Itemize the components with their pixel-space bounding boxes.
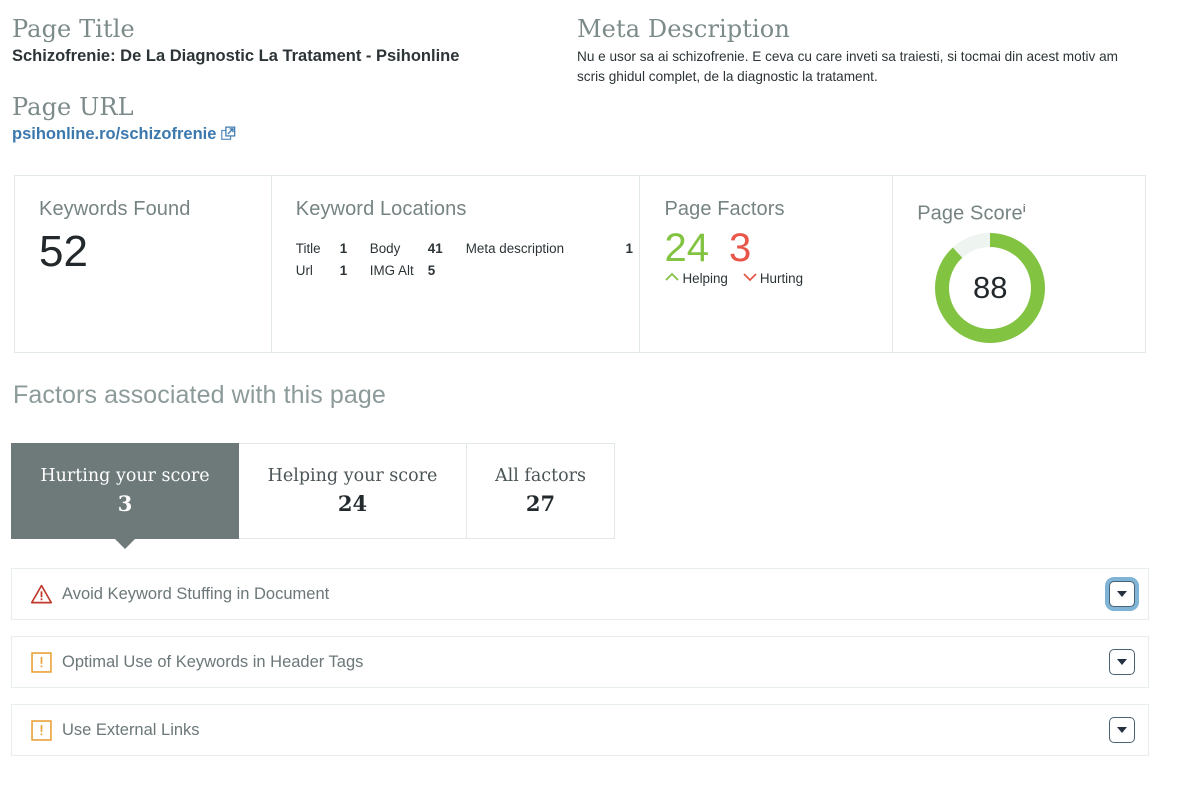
kw-loc-label-url: Url: [295, 263, 313, 278]
page-factors-hurting-count: 3: [728, 226, 752, 270]
kw-loc-spacer: [466, 261, 626, 280]
chevron-up-icon: [664, 270, 680, 287]
keyword-locations-grid: Title 1 Body 41 Meta description 1 Url 1…: [296, 239, 640, 280]
page-factors-hurting-label: Hurting: [759, 271, 804, 286]
factors-section-heading: Factors associated with this page: [13, 381, 386, 409]
tab-all-factors-label: All factors: [494, 466, 587, 486]
page-factors-title: Page Factors: [664, 198, 785, 220]
alert-square-icon: [29, 650, 53, 674]
factor-row-label: Use External Links: [62, 720, 200, 739]
page-meta-left-column: Page Title Schizofrenie: De La Diagnosti…: [12, 14, 572, 145]
summary-stats-panel: Keywords Found 52 Keyword Locations Titl…: [14, 175, 1146, 353]
keyword-locations-title: Keyword Locations: [295, 198, 467, 220]
page-title-label: Page Title: [12, 15, 135, 43]
tab-all-factors-count: 27: [525, 491, 556, 516]
stat-card-page-factors: Page Factors 24 3 Helping Hurting: [639, 176, 892, 352]
kw-loc-value-title: 1: [339, 241, 348, 256]
tab-helping-label: Helping your score: [267, 466, 438, 486]
stat-card-keywords-found: Keywords Found 52: [15, 176, 271, 352]
chevron-down-icon: [1117, 659, 1127, 665]
warning-triangle-icon: [29, 582, 53, 606]
kw-loc-value-body: 41: [427, 241, 443, 256]
page-score-title-text: Page Score: [917, 202, 1023, 225]
tab-helping-your-score[interactable]: Helping your score 24: [239, 443, 467, 539]
factor-row-use-external-links[interactable]: Use External Links: [11, 704, 1149, 756]
page-factors-helping-legend: Helping: [664, 270, 728, 287]
page-url-row: psihonline.ro/schizofrenie: [12, 123, 572, 145]
stat-card-keyword-locations: Keyword Locations Title 1 Body 41 Meta d…: [270, 176, 640, 352]
page-factors-hurting-legend: Hurting: [742, 270, 803, 287]
page-factors-legend: Helping Hurting: [664, 270, 892, 287]
chevron-down-icon: [1117, 727, 1127, 733]
meta-description-value: Nu e usor sa ai schizofrenie. E ceva cu …: [577, 49, 1118, 84]
factor-row-optimal-use-of-keywords-in-header-tags[interactable]: Optimal Use of Keywords in Header Tags: [11, 636, 1149, 688]
meta-description-label: Meta Description: [577, 15, 790, 43]
page-score-value: 88: [972, 270, 1008, 305]
factor-row-label: Avoid Keyword Stuffing in Document: [62, 584, 330, 603]
kw-loc-value-url: 1: [339, 263, 348, 278]
tab-hurting-count: 3: [117, 491, 133, 516]
kw-loc-spacer-2: [625, 261, 639, 280]
page-score-title: Page Scorei: [917, 196, 1145, 227]
page-url-link[interactable]: psihonline.ro/schizofrenie: [12, 123, 216, 145]
kw-loc-label-meta-description: Meta description: [465, 241, 565, 256]
external-link-icon[interactable]: [221, 126, 236, 141]
page-factors-helping-count: 24: [664, 226, 709, 270]
expand-factor-button[interactable]: [1109, 649, 1135, 675]
expand-factor-button[interactable]: [1109, 717, 1135, 743]
page-meta-right-column: Meta Description Nu e usor sa ai schizof…: [577, 14, 1137, 87]
chevron-down-icon: [742, 270, 758, 287]
stat-card-page-score: Page Scorei 88: [892, 176, 1145, 352]
page-factors-helping-label: Helping: [682, 271, 728, 286]
keywords-found-value: 52: [39, 227, 88, 276]
keywords-found-title: Keywords Found: [39, 198, 191, 220]
page-factors-counts: 24 3: [664, 222, 892, 274]
kw-loc-label-title: Title: [295, 241, 321, 256]
tab-hurting-your-score[interactable]: Hurting your score 3: [11, 443, 239, 549]
chevron-down-icon: [1117, 591, 1127, 597]
tab-all-factors[interactable]: All factors 27: [467, 443, 615, 539]
kw-loc-value-img-alt: 5: [427, 263, 436, 278]
expand-factor-button[interactable]: [1109, 581, 1135, 607]
factors-tabs: Hurting your score 3 Helping your score …: [11, 443, 615, 549]
factor-row-avoid-keyword-stuffing[interactable]: Avoid Keyword Stuffing in Document: [11, 568, 1149, 620]
page-score-info-icon[interactable]: i: [1023, 203, 1026, 215]
kw-loc-label-body: Body: [369, 241, 401, 256]
factor-row-label: Optimal Use of Keywords in Header Tags: [62, 652, 364, 671]
page-title-value: Schizofrenie: De La Diagnostic La Tratam…: [12, 47, 460, 65]
tab-helping-count: 24: [337, 491, 368, 516]
alert-square-icon: [29, 718, 53, 742]
kw-loc-label-img-alt: IMG Alt: [369, 263, 414, 278]
active-tab-pointer-icon: [114, 538, 136, 549]
page-score-donut-chart: 88: [930, 228, 1050, 348]
factors-list: Avoid Keyword Stuffing in Document Optim…: [11, 568, 1149, 772]
kw-loc-value-meta-description: 1: [625, 241, 633, 256]
seo-page-report: Page Title Schizofrenie: De La Diagnosti…: [0, 0, 1200, 792]
tab-hurting-label: Hurting your score: [40, 466, 210, 486]
page-url-label: Page URL: [12, 93, 134, 121]
